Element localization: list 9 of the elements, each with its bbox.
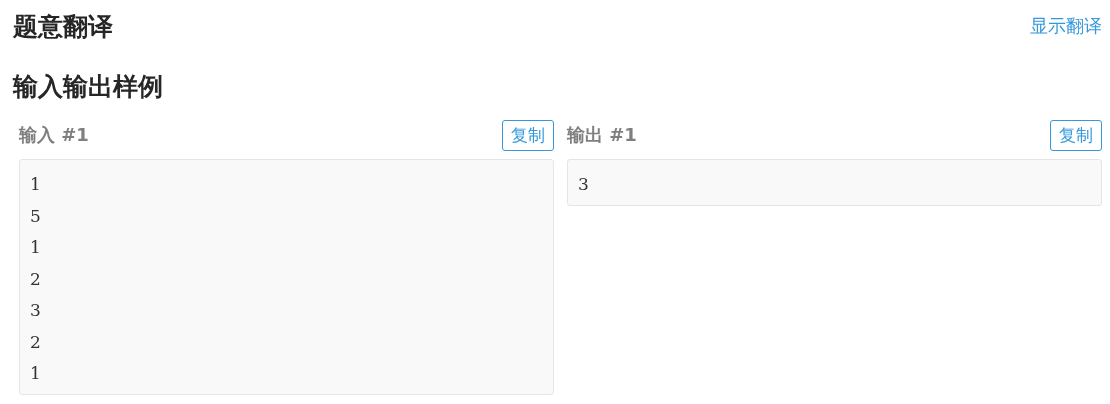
section-heading: 题意翻译 [13, 10, 113, 43]
copy-button[interactable]: 复制 [502, 119, 554, 151]
sample-code-block: 3 [567, 159, 1102, 206]
section-heading: 输入输出样例 [13, 70, 163, 103]
sample-label: 输入 #1 [19, 123, 89, 147]
sample-label: 输出 #1 [567, 123, 637, 147]
sample-code-block: 1 5 1 2 3 2 1 [19, 159, 554, 395]
show-translation-link[interactable]: 显示翻译 [1030, 14, 1102, 38]
copy-button[interactable]: 复制 [1050, 119, 1102, 151]
